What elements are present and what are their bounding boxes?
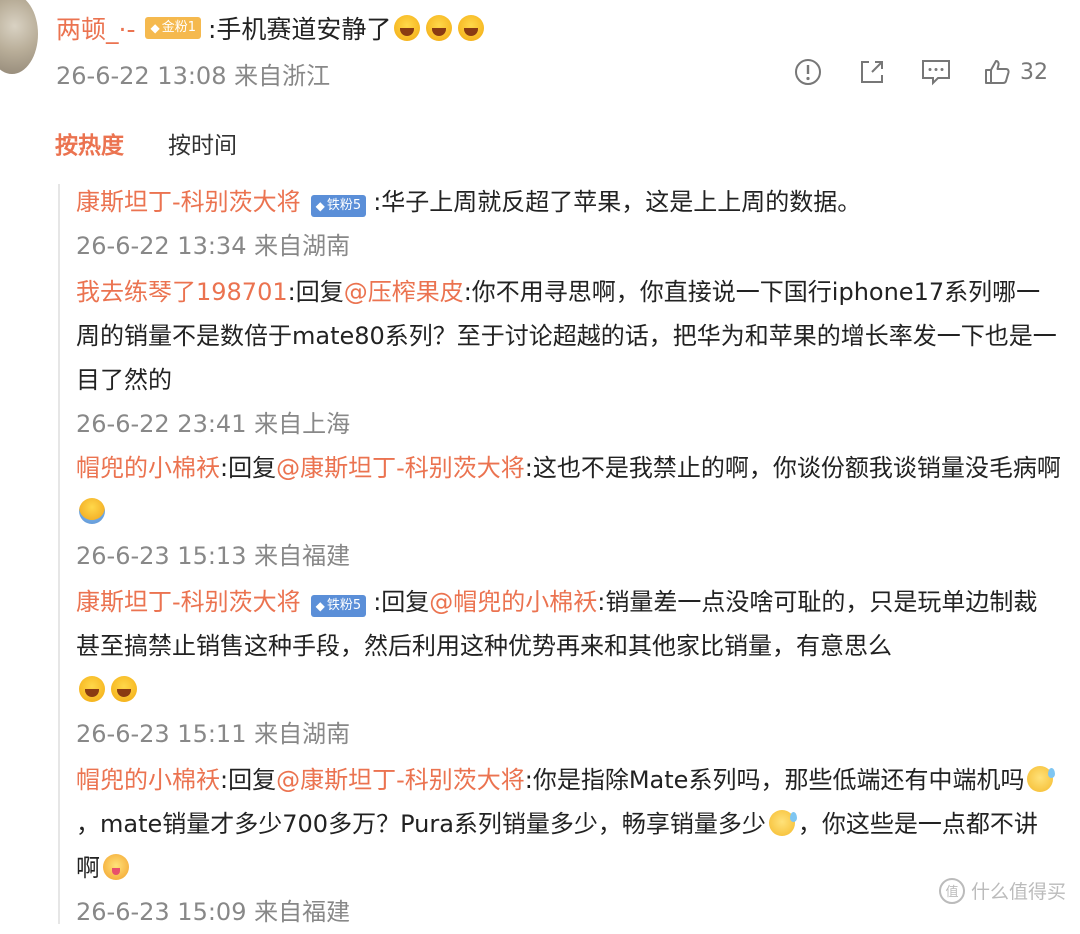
share-icon: [861, 61, 883, 83]
reply-text: ，mate销量才多少700多万？Pura系列销量多少，畅享销量多少: [76, 810, 766, 838]
reply-body: 我去练琴了198701:回复@压榨果皮:你不用寻思啊，你直接说一下国行iphon…: [76, 270, 1061, 402]
reply-item: 帽兜的小棉袄:回复@康斯坦丁-科别茨大将:你是指除Mate系列吗，那些低端还有中…: [76, 758, 1061, 934]
reply-location: 来自湖南: [254, 720, 351, 748]
reply-meta: 26-6-23 15:09 来自福建: [76, 890, 1061, 934]
reply-meta: 26-6-23 15:11 来自湖南: [76, 712, 1061, 756]
reply-label: :回复: [373, 588, 430, 616]
avatar[interactable]: [0, 0, 38, 74]
reply-body: 帽兜的小棉袄:回复@康斯坦丁-科别茨大将:你是指除Mate系列吗，那些低端还有中…: [76, 758, 1061, 890]
reply-item: 康斯坦丁-科别茨大将 ◆ 铁粉5:回复@帽兜的小棉袄:销量差一点没啥可耻的，只是玩单…: [76, 580, 1061, 756]
comment-time: 26-6-22 13:08: [56, 62, 227, 90]
gem-icon: ◆: [315, 199, 325, 213]
reply-label: :回复: [287, 278, 344, 306]
fan-badge: ◆ 铁粉5: [310, 195, 367, 217]
reply-text: :华子上周就反超了苹果，这是上上周的数据。: [373, 188, 862, 216]
reply-item: 我去练琴了198701:回复@压榨果皮:你不用寻思啊，你直接说一下国行iphon…: [76, 270, 1061, 446]
comment-username[interactable]: 两顿_·-: [56, 10, 135, 46]
reply-username[interactable]: 帽兜的小棉袄: [76, 454, 220, 482]
fan-badge: ◆ 金粉1: [145, 17, 201, 39]
yum-emoji-icon: [103, 854, 129, 880]
laugh-emoji-icon: [458, 15, 485, 41]
comment-icon: [922, 60, 950, 86]
reply-time: 26-6-23 15:09: [76, 898, 247, 926]
reply-meta: 26-6-23 15:13 来自福建: [76, 534, 1061, 578]
reply-location: 来自上海: [254, 410, 351, 438]
reply-mention[interactable]: @压榨果皮: [344, 278, 464, 306]
comment-meta: 26-6-22 13:08 来自浙江: [56, 56, 330, 91]
reply-mention[interactable]: @康斯坦丁-科别茨大将: [276, 454, 525, 482]
reply-text: :你是指除Mate系列吗，那些低端还有中端机吗: [524, 766, 1025, 794]
fan-badge-label: 金粉1: [161, 20, 196, 35]
sort-by-hot[interactable]: 按热度: [55, 126, 124, 160]
reply-body: 康斯坦丁-科别茨大将 ◆ 铁粉5:回复@帽兜的小棉袄:销量差一点没啥可耻的，只是玩单…: [76, 580, 1061, 712]
reply-body: 康斯坦丁-科别茨大将 ◆ 铁粉5 :华子上周就反超了苹果，这是上上周的数据。: [76, 180, 1061, 224]
laugh-emoji-icon: [394, 15, 421, 41]
comment-header: 两顿_·- ◆ 金粉1 :手机赛道安静了: [56, 8, 487, 48]
reply-meta: 26-6-22 23:41 来自上海: [76, 402, 1061, 446]
reply-text: :这也不是我禁止的啊，你谈份额我谈销量没毛病啊: [524, 454, 1061, 482]
comment-button[interactable]: [918, 57, 954, 87]
reply-username[interactable]: 康斯坦丁-科别茨大将: [76, 188, 301, 216]
laugh-emoji-icon: [79, 676, 105, 702]
reply-item: 康斯坦丁-科别茨大将 ◆ 铁粉5 :华子上周就反超了苹果，这是上上周的数据。 26-6…: [76, 180, 1061, 268]
sweat-emoji-icon: [768, 810, 797, 836]
sweat-emoji-icon: [1027, 766, 1056, 792]
reply-time: 26-6-23 15:13: [76, 542, 247, 570]
fan-badge-label: 铁粉5: [326, 198, 362, 213]
share-button[interactable]: [854, 57, 890, 87]
comment-actions: 32: [790, 55, 1048, 89]
reply-location: 来自湖南: [254, 232, 351, 260]
reply-label: :回复: [220, 454, 277, 482]
shrug-emoji-icon: [79, 498, 105, 524]
gem-icon: ◆: [315, 599, 325, 613]
reply-location: 来自福建: [254, 898, 351, 926]
reply-time: 26-6-23 15:11: [76, 720, 247, 748]
reply-username[interactable]: 我去练琴了198701: [76, 278, 288, 306]
reply-item: 帽兜的小棉袄:回复@康斯坦丁-科别茨大将:这也不是我禁止的啊，你谈份额我谈销量没…: [76, 446, 1061, 578]
reply-time: 26-6-22 23:41: [76, 410, 247, 438]
reply-mention[interactable]: @康斯坦丁-科别茨大将: [276, 766, 525, 794]
reply-time: 26-6-22 13:34: [76, 232, 247, 260]
fan-badge: ◆ 铁粉5: [310, 595, 367, 617]
laugh-emoji-icon: [111, 676, 137, 702]
like-icon: [985, 60, 1010, 84]
watermark: 值 什么值得买: [938, 877, 1066, 904]
reply-mention[interactable]: @帽兜的小棉袄: [429, 588, 597, 616]
gem-icon: ◆: [150, 21, 160, 35]
reply-body: 帽兜的小棉袄:回复@康斯坦丁-科别茨大将:这也不是我禁止的啊，你谈份额我谈销量没…: [76, 446, 1061, 534]
reply-username[interactable]: 康斯坦丁-科别茨大将: [76, 588, 301, 616]
laugh-emoji-icon: [426, 15, 453, 41]
comment-text: :手机赛道安静了: [207, 15, 392, 44]
reply-meta: 26-6-22 13:34 来自湖南: [76, 224, 1061, 268]
watermark-logo-icon: 值: [938, 877, 965, 904]
comment-location: 来自浙江: [234, 62, 331, 90]
fan-badge-label: 铁粉5: [326, 598, 362, 613]
reply-label: :回复: [220, 766, 277, 794]
like-button[interactable]: 32: [982, 57, 1048, 87]
thread-divider: [58, 184, 60, 924]
reply-username[interactable]: 帽兜的小棉袄: [76, 766, 220, 794]
reply-location: 来自福建: [254, 542, 351, 570]
sort-by-time[interactable]: 按时间: [168, 126, 237, 160]
report-icon: [795, 59, 821, 85]
like-count: 32: [1020, 59, 1048, 85]
report-button[interactable]: [790, 57, 826, 87]
watermark-text: 什么值得买: [970, 881, 1066, 903]
